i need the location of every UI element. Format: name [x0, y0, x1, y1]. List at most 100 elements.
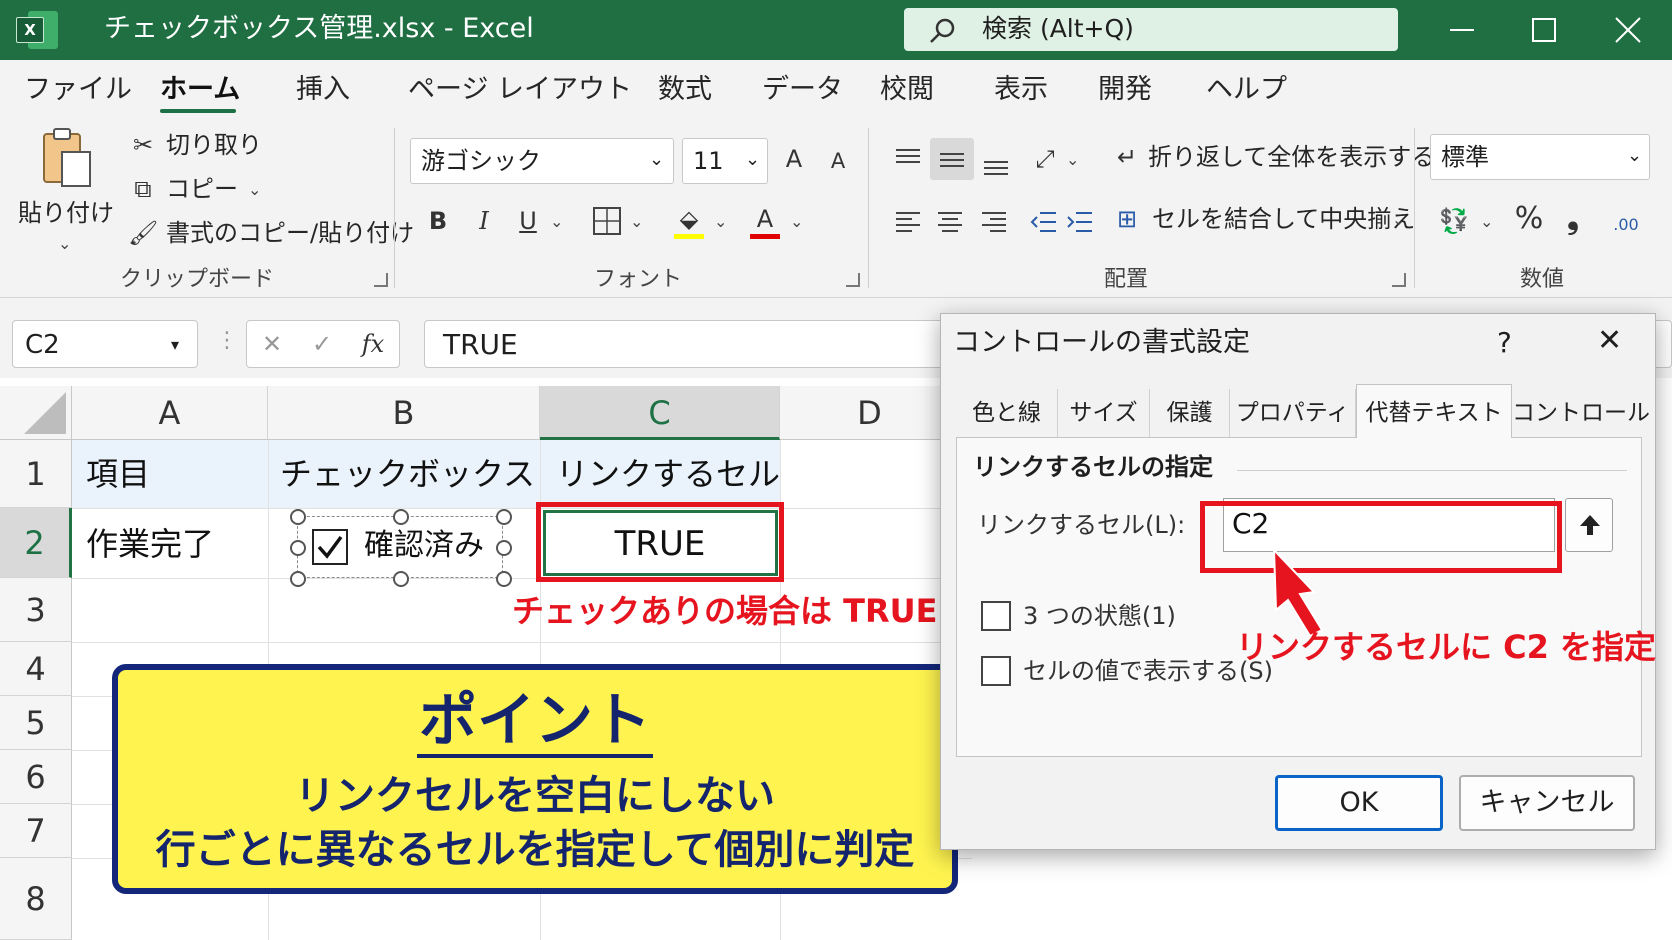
- gridline: [72, 578, 972, 579]
- display-value-checkbox[interactable]: [981, 656, 1011, 686]
- dialog-close-button[interactable]: ✕: [1597, 324, 1622, 358]
- tab-page-layout[interactable]: ページ レイアウト: [408, 72, 632, 108]
- clipboard-launcher-icon[interactable]: [374, 273, 388, 287]
- enter-formula-icon[interactable]: ✓: [307, 329, 337, 359]
- selection-handles: [290, 509, 512, 587]
- fill-color-dropdown-icon[interactable]: ⌄: [714, 212, 727, 232]
- row-header-8[interactable]: 8: [0, 858, 72, 940]
- cell-a1[interactable]: 項目: [86, 452, 150, 496]
- tab-properties[interactable]: プロパティ: [1230, 389, 1356, 437]
- row-header-1[interactable]: 1: [0, 440, 72, 508]
- percent-style-button[interactable]: %: [1514, 204, 1544, 234]
- column-header-c[interactable]: C: [540, 386, 780, 440]
- column-header-b[interactable]: B: [268, 386, 540, 440]
- checkbox-control[interactable]: 確認済み: [290, 509, 512, 587]
- font-color-dropdown-icon[interactable]: ⌄: [790, 212, 803, 232]
- decrease-font-size-button[interactable]: A: [826, 146, 850, 176]
- tab-protection[interactable]: 保護: [1150, 389, 1230, 437]
- close-window-button[interactable]: [1588, 0, 1668, 60]
- ribbon-tabs: ファイル ホーム 挿入 ページ レイアウト 数式 データ 校閲 表示 開発 ヘル…: [0, 60, 1672, 118]
- number-format-select[interactable]: 標準 ⌄: [1430, 134, 1650, 180]
- row-header-3[interactable]: 3: [0, 578, 72, 642]
- currency-format-icon[interactable]: 💱: [1438, 206, 1470, 236]
- comma-style-button[interactable]: ❟: [1560, 204, 1586, 234]
- italic-button[interactable]: I: [470, 206, 498, 236]
- increase-font-size-button[interactable]: A: [780, 144, 808, 174]
- tab-size[interactable]: サイズ: [1058, 389, 1150, 437]
- row-header-7[interactable]: 7: [0, 804, 72, 858]
- font-name-select[interactable]: 游ゴシック ⌄: [410, 138, 674, 184]
- borders-icon[interactable]: [592, 206, 622, 236]
- align-left-icon[interactable]: [894, 208, 922, 236]
- align-right-icon[interactable]: [980, 208, 1008, 236]
- tab-file[interactable]: ファイル: [24, 72, 132, 108]
- excel-app-icon[interactable]: X: [14, 9, 58, 51]
- cell-c1[interactable]: リンクするセル: [556, 452, 780, 496]
- splitter-icon[interactable]: ⋮: [216, 328, 238, 353]
- font-size-select[interactable]: 11 ⌄: [682, 138, 768, 184]
- select-all-corner[interactable]: [0, 386, 72, 440]
- insert-function-button[interactable]: fx: [355, 329, 391, 359]
- copy-button[interactable]: ⧉ コピー ⌄: [128, 172, 388, 208]
- paste-dropdown-icon[interactable]: ⌄: [58, 234, 71, 254]
- tab-review[interactable]: 校閲: [880, 72, 934, 108]
- currency-dropdown-icon[interactable]: ⌄: [1480, 212, 1493, 232]
- cell-a2[interactable]: 作業完了: [86, 522, 214, 566]
- maximize-icon: [1532, 18, 1556, 42]
- align-top-icon[interactable]: [894, 146, 922, 174]
- align-bottom-icon[interactable]: [982, 150, 1010, 178]
- tab-home[interactable]: ホーム: [160, 72, 240, 108]
- underline-dropdown-icon[interactable]: ⌄: [550, 212, 563, 232]
- font-color-button[interactable]: A: [748, 204, 782, 240]
- maximize-button[interactable]: [1504, 0, 1584, 60]
- fill-color-button[interactable]: ⬙: [672, 204, 706, 240]
- tab-developer[interactable]: 開発: [1098, 72, 1152, 108]
- copy-dropdown-icon[interactable]: ⌄: [248, 180, 261, 200]
- tab-help[interactable]: ヘルプ: [1206, 72, 1287, 108]
- collapse-dialog-button[interactable]: [1565, 498, 1613, 552]
- column-header-d[interactable]: D: [780, 386, 960, 440]
- title-bar: X チェックボックス管理.xlsx - Excel 検索 (Alt+Q): [0, 0, 1672, 60]
- row-header-2[interactable]: 2: [0, 508, 72, 578]
- dialog-title: コントロールの書式設定: [953, 327, 1250, 358]
- paste-button[interactable]: 貼り付け ⌄: [14, 126, 114, 266]
- orientation-dropdown-icon[interactable]: ⌄: [1066, 150, 1079, 170]
- section-divider: [1237, 470, 1627, 471]
- borders-dropdown-icon[interactable]: ⌄: [630, 212, 643, 232]
- ok-button[interactable]: OK: [1275, 775, 1443, 831]
- three-state-checkbox[interactable]: [981, 601, 1011, 631]
- increase-decimal-button[interactable]: .00: [1606, 210, 1646, 240]
- align-middle-button[interactable]: [930, 138, 974, 180]
- minimize-button[interactable]: [1422, 0, 1502, 60]
- underline-button[interactable]: U: [514, 206, 542, 236]
- cell-b1[interactable]: チェックボックス: [280, 452, 535, 496]
- wrap-text-button[interactable]: ↵ 折り返して全体を表示する: [1112, 140, 1435, 176]
- search-box[interactable]: 検索 (Alt+Q): [904, 8, 1398, 51]
- tab-insert[interactable]: 挿入: [296, 72, 350, 108]
- tab-view[interactable]: 表示: [994, 72, 1048, 108]
- help-button[interactable]: ?: [1497, 326, 1512, 360]
- column-header-a[interactable]: A: [72, 386, 268, 440]
- cancel-formula-icon[interactable]: ✕: [257, 329, 287, 359]
- alignment-launcher-icon[interactable]: [1392, 273, 1406, 287]
- merge-dropdown-icon[interactable]: ⌄: [1392, 210, 1405, 230]
- merge-center-button[interactable]: ⊞ セルを結合して中央揃え ⌄: [1112, 202, 1415, 238]
- tab-colors-lines[interactable]: 色と線: [956, 389, 1058, 437]
- row-header-6[interactable]: 6: [0, 750, 72, 804]
- cut-button[interactable]: ✂ 切り取り: [128, 128, 388, 164]
- tab-alt-text[interactable]: 代替テキスト: [1356, 384, 1512, 438]
- tab-data[interactable]: データ: [762, 72, 843, 108]
- row-header-4[interactable]: 4: [0, 642, 72, 696]
- decrease-indent-icon[interactable]: [1030, 208, 1058, 236]
- format-painter-button[interactable]: 🖌 書式のコピー/貼り付け: [128, 216, 414, 252]
- name-box[interactable]: C2 ▾: [12, 320, 198, 368]
- align-center-icon[interactable]: [936, 208, 964, 236]
- tab-control[interactable]: コントロール: [1512, 389, 1650, 437]
- bold-button[interactable]: B: [424, 206, 452, 236]
- increase-indent-icon[interactable]: [1066, 208, 1094, 236]
- font-launcher-icon[interactable]: [846, 273, 860, 287]
- row-header-5[interactable]: 5: [0, 696, 72, 750]
- orientation-icon[interactable]: ⤢: [1030, 144, 1060, 174]
- cancel-button[interactable]: キャンセル: [1459, 775, 1635, 831]
- tab-formulas[interactable]: 数式: [658, 72, 712, 108]
